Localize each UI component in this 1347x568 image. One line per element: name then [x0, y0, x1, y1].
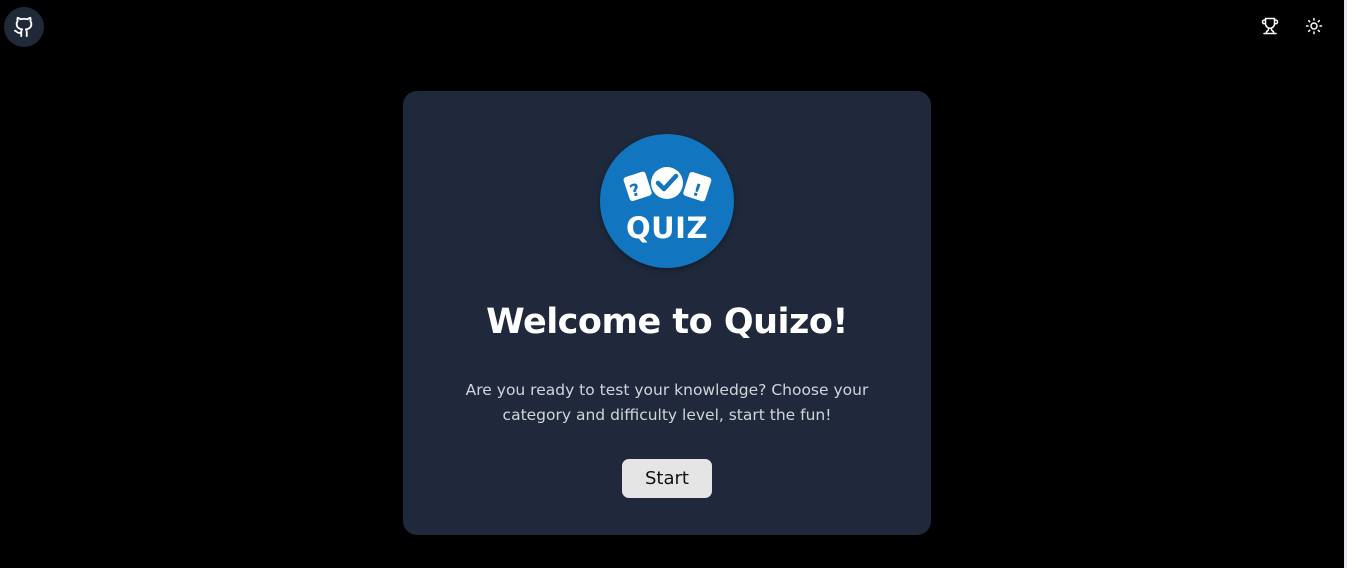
logo-text: QUIZ: [626, 211, 708, 245]
welcome-title: Welcome to Quizo!: [486, 302, 848, 342]
quiz-logo: ? ! QUIZ: [600, 134, 734, 268]
sun-icon: [1305, 17, 1323, 35]
page: ? ! QUIZ Welcome to Quizo! Are you ready…: [0, 0, 1347, 568]
quiz-logo-graphic: ? ! QUIZ: [623, 167, 712, 245]
github-link-button[interactable]: [4, 7, 44, 47]
trophy-icon: [1261, 17, 1279, 35]
top-actions: [1259, 14, 1325, 38]
welcome-card: ? ! QUIZ Welcome to Quizo! Are you ready…: [403, 91, 931, 535]
start-button[interactable]: Start: [622, 459, 712, 498]
github-icon: [13, 16, 33, 38]
leaderboard-button[interactable]: [1259, 14, 1281, 38]
theme-toggle-button[interactable]: [1303, 14, 1325, 38]
welcome-description: Are you ready to test your knowledge? Ch…: [465, 381, 869, 424]
